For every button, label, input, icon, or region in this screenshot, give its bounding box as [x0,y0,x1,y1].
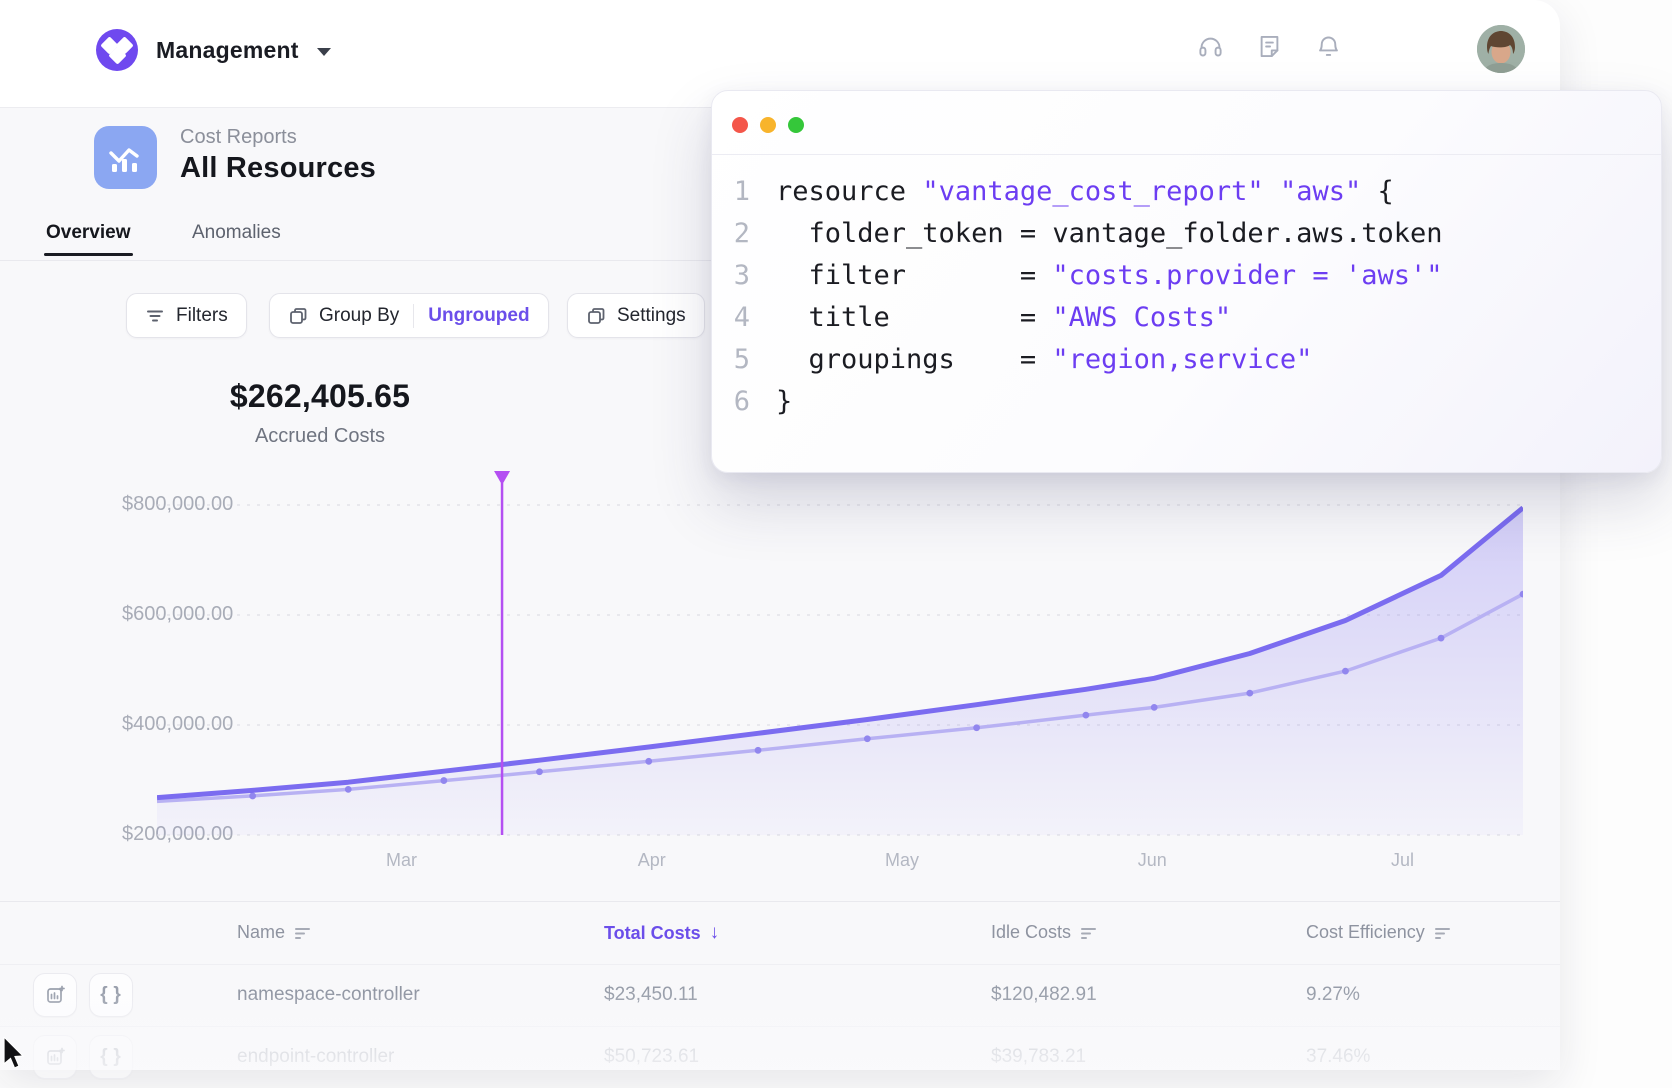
x-axis-label: Jul [1363,850,1443,871]
code-string-token: "region,service" [1052,344,1312,375]
column-label: Idle Costs [991,922,1071,943]
open-report-button[interactable] [33,1035,77,1079]
code-window-titlebar [712,91,1661,155]
code-string-token: "costs.provider = 'aws'" [1052,260,1442,291]
x-axis-label: Jun [1112,850,1192,871]
code-editor-content: 1 resource "vantage_cost_report" "aws" {2… [712,155,1661,472]
vantage-logo-icon [96,29,138,71]
code-line: 6} [712,381,1661,423]
code-token: resource [776,176,922,207]
tab-anomalies[interactable]: Anomalies [192,222,281,244]
code-token: folder_token = vantage_folder.aws.token [776,218,1442,249]
metric-value: $262,405.65 [200,378,440,415]
filters-button[interactable]: Filters [126,293,247,338]
code-braces-icon: { } [100,984,122,1006]
accrued-costs-metric: $262,405.65 Accrued Costs [200,378,440,448]
cell-cost-efficiency: 37.46% [1306,1046,1370,1068]
table-header: Name Total Costs ↓ Idle Costs Cost Efficienc… [0,902,1560,965]
sort-bars-icon [1080,926,1097,940]
settings-icon [586,306,606,326]
line-number: 4 [712,297,750,339]
group-by-value[interactable]: Ungrouped [428,305,529,327]
code-token: title = [776,302,1052,333]
maximize-window-button[interactable] [788,117,804,133]
open-report-button[interactable] [33,973,77,1017]
cell-idle-costs: $39,783.21 [991,1046,1086,1068]
settings-label: Settings [617,305,686,327]
x-axis-label: Apr [612,850,692,871]
column-label: Name [237,922,285,943]
headphones-icon[interactable] [1197,33,1224,60]
sort-bars-icon [294,926,311,940]
column-header-cost-efficiency[interactable]: Cost Efficiency [1306,922,1451,943]
code-line: 4 title = "AWS Costs" [712,297,1661,339]
settings-button[interactable]: Settings [567,293,705,338]
arrow-down-icon: ↓ [710,922,720,944]
code-token: { [1361,176,1394,207]
code-line: 2 folder_token = vantage_folder.aws.toke… [712,213,1661,255]
cell-name: endpoint-controller [237,1046,394,1068]
bell-icon[interactable] [1315,33,1342,60]
view-code-button[interactable]: { } [89,1035,133,1079]
sort-bars-icon [1434,926,1451,940]
group-by-button[interactable]: Group By Ungrouped [269,293,549,338]
column-header-idle-costs[interactable]: Idle Costs [991,922,1097,943]
resources-table: Name Total Costs ↓ Idle Costs Cost Efficienc… [0,901,1560,1071]
filters-label: Filters [176,305,228,327]
code-string-token: "AWS Costs" [1052,302,1231,333]
group-by-icon [288,306,308,326]
view-code-button[interactable]: { } [89,973,133,1017]
tab-overview[interactable]: Overview [46,222,131,244]
page-title: All Resources [180,152,376,185]
cell-total-costs: $23,450.11 [604,984,698,1006]
code-editor-window: 1 resource "vantage_cost_report" "aws" {2… [711,90,1662,473]
area-fill [157,508,1523,835]
table-row[interactable]: { } endpoint-controller $50,723.61 $39,783.… [0,1026,1560,1088]
cell-name: namespace-controller [237,984,420,1006]
cell-cost-efficiency: 9.27% [1306,984,1360,1006]
code-line: 3 filter = "costs.provider = 'aws'" [712,255,1661,297]
line-number: 1 [712,171,750,213]
column-header-name[interactable]: Name [237,922,311,943]
metric-label: Accrued Costs [200,425,440,448]
line-number: 5 [712,339,750,381]
close-window-button[interactable] [732,117,748,133]
cell-total-costs: $50,723.61 [604,1046,699,1068]
code-line: 5 groupings = "region,service" [712,339,1661,381]
x-axis-label: May [862,850,942,871]
code-line: 1 resource "vantage_cost_report" "aws" { [712,171,1661,213]
divider [413,304,414,328]
note-icon[interactable] [1256,33,1283,60]
code-token [1264,176,1280,207]
code-braces-icon: { } [100,1046,122,1068]
column-label: Total Costs [604,923,701,944]
line-number: 6 [712,381,750,423]
column-label: Cost Efficiency [1306,922,1425,943]
line-number: 3 [712,255,750,297]
filter-icon [145,307,165,325]
avatar[interactable] [1477,25,1525,73]
code-token: groupings = [776,344,1052,375]
x-axis-labels: Mar Apr May Jun Jul [157,850,1523,880]
workspace-switcher[interactable]: Management [96,29,331,71]
code-string-token: "vantage_cost_report" [922,176,1263,207]
workspace-name: Management [156,37,299,64]
code-token: filter = [776,260,1052,291]
chevron-down-icon [317,48,331,56]
cell-idle-costs: $120,482.91 [991,984,1097,1006]
group-by-label: Group By [319,305,399,327]
column-header-total-costs[interactable]: Total Costs ↓ [604,922,719,944]
row-divider [0,1026,1560,1027]
line-number: 2 [712,213,750,255]
code-token: } [776,386,792,417]
cost-report-icon [94,126,157,189]
table-row[interactable]: { } namespace-controller $23,450.11 $120,48… [0,964,1560,1026]
x-axis-label: Mar [362,850,442,871]
code-string-token: "aws" [1280,176,1361,207]
cost-chart[interactable] [157,465,1523,845]
breadcrumb: Cost Reports [180,126,297,149]
minimize-window-button[interactable] [760,117,776,133]
